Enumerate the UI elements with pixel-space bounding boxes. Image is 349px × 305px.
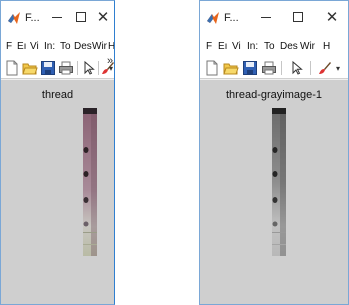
menu-bar: F Eı Vi In: To Des Wir H — [200, 35, 348, 57]
menu-edit[interactable]: Eı — [17, 41, 26, 52]
close-button[interactable]: ✕ — [95, 9, 111, 25]
menu-desktop[interactable]: Des — [280, 41, 298, 52]
toolbar: ▾ » — [1, 55, 114, 79]
title-bar[interactable]: F... ✕ — [200, 1, 348, 35]
open-file-icon[interactable] — [22, 60, 38, 76]
maximize-icon — [76, 12, 86, 22]
figure-window-thread[interactable]: F... ✕ F Eı Vi In: To Des Wir H ▾ » thre… — [0, 0, 115, 305]
axes-title: thread — [41, 89, 74, 101]
save-icon[interactable] — [242, 60, 258, 76]
menu-view[interactable]: Vi — [232, 41, 241, 52]
menu-view[interactable]: Vi — [30, 41, 39, 52]
close-icon: ✕ — [96, 8, 110, 26]
toolbar-overflow-icon[interactable]: » — [107, 55, 113, 67]
minimize-icon — [52, 16, 62, 18]
minimize-icon — [261, 16, 271, 18]
pointer-icon[interactable] — [288, 60, 304, 76]
figure-canvas[interactable]: thread — [1, 80, 114, 304]
close-button[interactable]: ✕ — [324, 9, 340, 25]
menu-tools[interactable]: To — [60, 41, 71, 52]
menu-edit[interactable]: Eı — [218, 41, 227, 52]
brush-icon[interactable] — [317, 60, 333, 76]
menu-insert[interactable]: In: — [247, 41, 258, 52]
menu-file[interactable]: F — [206, 41, 212, 52]
figure-canvas[interactable]: thread-grayimage-1 — [200, 80, 348, 304]
toolbar-separator — [98, 61, 99, 75]
pointer-icon[interactable] — [80, 60, 96, 76]
thread-grayscale-image — [272, 108, 286, 256]
matlab-icon — [207, 12, 219, 24]
open-file-icon[interactable] — [223, 60, 239, 76]
maximize-button[interactable] — [290, 9, 306, 25]
title-bar[interactable]: F... ✕ — [1, 1, 114, 35]
figure-window-gray[interactable]: F... ✕ F Eı Vi In: To Des Wir H ▾ thread… — [199, 0, 349, 305]
toolbar-separator — [77, 61, 78, 75]
save-icon[interactable] — [40, 60, 56, 76]
menu-window[interactable]: Wir — [300, 41, 315, 52]
axes-title: thread-grayimage-1 — [226, 89, 322, 101]
menu-file[interactable]: F — [6, 41, 12, 52]
new-figure-icon[interactable] — [4, 60, 20, 76]
menu-insert[interactable]: In: — [44, 41, 55, 52]
maximize-button[interactable] — [73, 9, 89, 25]
dropdown-arrow-icon[interactable]: ▾ — [336, 64, 340, 73]
print-icon[interactable] — [58, 60, 74, 76]
toolbar-separator — [310, 61, 311, 75]
matlab-icon — [8, 12, 20, 24]
menu-tools[interactable]: To — [264, 41, 275, 52]
minimize-button[interactable] — [258, 9, 274, 25]
toolbar-separator — [281, 61, 282, 75]
menu-help[interactable]: H — [323, 41, 330, 52]
new-figure-icon[interactable] — [204, 60, 220, 76]
menu-window[interactable]: Wir — [92, 41, 107, 52]
menu-help[interactable]: H — [108, 41, 114, 52]
menu-bar: F Eı Vi In: To Des Wir H — [1, 35, 114, 57]
toolbar: ▾ — [200, 57, 348, 79]
maximize-icon — [293, 12, 303, 22]
window-title: F... — [224, 12, 239, 24]
close-icon: ✕ — [325, 8, 339, 26]
menu-desktop[interactable]: Des — [74, 41, 92, 52]
minimize-button[interactable] — [49, 9, 65, 25]
print-icon[interactable] — [261, 60, 277, 76]
thread-image — [83, 108, 97, 256]
window-title: F... — [25, 12, 40, 24]
